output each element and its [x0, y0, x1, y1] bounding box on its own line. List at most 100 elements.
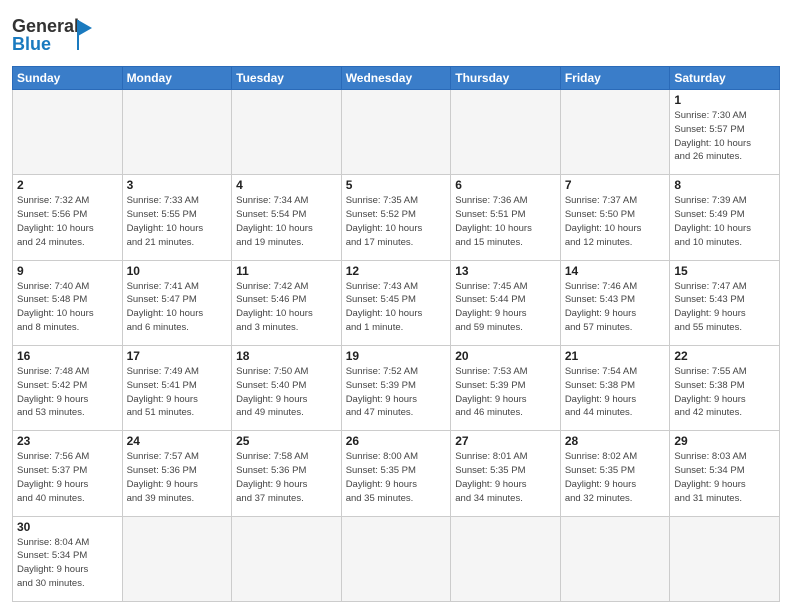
day-number: 2: [17, 178, 118, 192]
day-info: Sunrise: 8:00 AM Sunset: 5:35 PM Dayligh…: [346, 450, 447, 505]
calendar-day-cell: 30 Sunrise: 8:04 AM Sunset: 5:34 PM Dayli…: [13, 516, 123, 601]
day-number: 30: [17, 520, 118, 534]
calendar-day-cell: 5 Sunrise: 7:35 AM Sunset: 5:52 PM Daylig…: [341, 175, 451, 260]
calendar-day-cell: [451, 90, 561, 175]
day-number: 14: [565, 264, 666, 278]
day-number: 27: [455, 434, 556, 448]
calendar-day-cell: 19 Sunrise: 7:52 AM Sunset: 5:39 PM Dayli…: [341, 345, 451, 430]
calendar-day-cell: 8Sunrise: 7:39 AM Sunset: 5:49 PM Daylig…: [670, 175, 780, 260]
weekday-header-friday: Friday: [560, 67, 670, 90]
calendar-week-row: 23 Sunrise: 7:56 AM Sunset: 5:37 PM Dayli…: [13, 431, 780, 516]
day-number: 29: [674, 434, 775, 448]
calendar-day-cell: [670, 516, 780, 601]
day-number: 1: [674, 93, 775, 107]
calendar-day-cell: 13Sunrise: 7:45 AM Sunset: 5:44 PM Dayli…: [451, 260, 561, 345]
calendar-day-cell: 15 Sunrise: 7:47 AM Sunset: 5:43 PM Dayli…: [670, 260, 780, 345]
calendar-day-cell: 1 Sunrise: 7:30 AM Sunset: 5:57 PM Daylig…: [670, 90, 780, 175]
weekday-header-row: SundayMondayTuesdayWednesdayThursdayFrid…: [13, 67, 780, 90]
day-info: Sunrise: 7:52 AM Sunset: 5:39 PM Dayligh…: [346, 365, 447, 420]
calendar-day-cell: 18 Sunrise: 7:50 AM Sunset: 5:40 PM Dayli…: [232, 345, 342, 430]
calendar-day-cell: 23 Sunrise: 7:56 AM Sunset: 5:37 PM Dayli…: [13, 431, 123, 516]
calendar-week-row: 1 Sunrise: 7:30 AM Sunset: 5:57 PM Daylig…: [13, 90, 780, 175]
day-number: 19: [346, 349, 447, 363]
weekday-header-saturday: Saturday: [670, 67, 780, 90]
weekday-header-wednesday: Wednesday: [341, 67, 451, 90]
svg-text:General: General: [12, 16, 79, 36]
day-number: 20: [455, 349, 556, 363]
calendar-day-cell: 16 Sunrise: 7:48 AM Sunset: 5:42 PM Dayli…: [13, 345, 123, 430]
day-info: Sunrise: 7:37 AM Sunset: 5:50 PM Dayligh…: [565, 194, 666, 249]
day-number: 10: [127, 264, 228, 278]
day-info: Sunrise: 7:32 AM Sunset: 5:56 PM Dayligh…: [17, 194, 118, 249]
day-info: Sunrise: 8:03 AM Sunset: 5:34 PM Dayligh…: [674, 450, 775, 505]
calendar-day-cell: 12Sunrise: 7:43 AM Sunset: 5:45 PM Dayli…: [341, 260, 451, 345]
day-number: 13: [455, 264, 556, 278]
day-info: Sunrise: 7:56 AM Sunset: 5:37 PM Dayligh…: [17, 450, 118, 505]
calendar-day-cell: [560, 90, 670, 175]
calendar-day-cell: 17Sunrise: 7:49 AM Sunset: 5:41 PM Dayli…: [122, 345, 232, 430]
calendar-week-row: 30 Sunrise: 8:04 AM Sunset: 5:34 PM Dayli…: [13, 516, 780, 601]
calendar-day-cell: 22Sunrise: 7:55 AM Sunset: 5:38 PM Dayli…: [670, 345, 780, 430]
day-number: 6: [455, 178, 556, 192]
day-info: Sunrise: 7:54 AM Sunset: 5:38 PM Dayligh…: [565, 365, 666, 420]
day-number: 15: [674, 264, 775, 278]
day-number: 16: [17, 349, 118, 363]
header: General Blue: [12, 10, 780, 60]
calendar-week-row: 16 Sunrise: 7:48 AM Sunset: 5:42 PM Dayli…: [13, 345, 780, 430]
calendar-day-cell: 6Sunrise: 7:36 AM Sunset: 5:51 PM Daylig…: [451, 175, 561, 260]
calendar-day-cell: 10 Sunrise: 7:41 AM Sunset: 5:47 PM Dayli…: [122, 260, 232, 345]
day-info: Sunrise: 8:04 AM Sunset: 5:34 PM Dayligh…: [17, 536, 118, 591]
day-info: Sunrise: 7:33 AM Sunset: 5:55 PM Dayligh…: [127, 194, 228, 249]
weekday-header-thursday: Thursday: [451, 67, 561, 90]
day-number: 7: [565, 178, 666, 192]
day-number: 23: [17, 434, 118, 448]
calendar-day-cell: 14 Sunrise: 7:46 AM Sunset: 5:43 PM Dayli…: [560, 260, 670, 345]
day-info: Sunrise: 7:41 AM Sunset: 5:47 PM Dayligh…: [127, 280, 228, 335]
day-info: Sunrise: 7:39 AM Sunset: 5:49 PM Dayligh…: [674, 194, 775, 249]
calendar-day-cell: 3 Sunrise: 7:33 AM Sunset: 5:55 PM Daylig…: [122, 175, 232, 260]
day-number: 12: [346, 264, 447, 278]
calendar-week-row: 2 Sunrise: 7:32 AM Sunset: 5:56 PM Daylig…: [13, 175, 780, 260]
calendar-day-cell: 28 Sunrise: 8:02 AM Sunset: 5:35 PM Dayli…: [560, 431, 670, 516]
day-number: 26: [346, 434, 447, 448]
calendar-day-cell: 26 Sunrise: 8:00 AM Sunset: 5:35 PM Dayli…: [341, 431, 451, 516]
day-info: Sunrise: 8:02 AM Sunset: 5:35 PM Dayligh…: [565, 450, 666, 505]
day-number: 18: [236, 349, 337, 363]
calendar-day-cell: 25Sunrise: 7:58 AM Sunset: 5:36 PM Dayli…: [232, 431, 342, 516]
calendar-day-cell: 29 Sunrise: 8:03 AM Sunset: 5:34 PM Dayli…: [670, 431, 780, 516]
day-number: 3: [127, 178, 228, 192]
day-info: Sunrise: 8:01 AM Sunset: 5:35 PM Dayligh…: [455, 450, 556, 505]
calendar-day-cell: [122, 516, 232, 601]
svg-text:Blue: Blue: [12, 34, 51, 54]
day-number: 21: [565, 349, 666, 363]
day-number: 17: [127, 349, 228, 363]
weekday-header-sunday: Sunday: [13, 67, 123, 90]
calendar-day-cell: 11Sunrise: 7:42 AM Sunset: 5:46 PM Dayli…: [232, 260, 342, 345]
calendar-day-cell: [451, 516, 561, 601]
day-info: Sunrise: 7:34 AM Sunset: 5:54 PM Dayligh…: [236, 194, 337, 249]
day-info: Sunrise: 7:47 AM Sunset: 5:43 PM Dayligh…: [674, 280, 775, 335]
calendar-week-row: 9 Sunrise: 7:40 AM Sunset: 5:48 PM Daylig…: [13, 260, 780, 345]
calendar-day-cell: 2 Sunrise: 7:32 AM Sunset: 5:56 PM Daylig…: [13, 175, 123, 260]
day-info: Sunrise: 7:42 AM Sunset: 5:46 PM Dayligh…: [236, 280, 337, 335]
day-info: Sunrise: 7:57 AM Sunset: 5:36 PM Dayligh…: [127, 450, 228, 505]
day-number: 22: [674, 349, 775, 363]
day-info: Sunrise: 7:35 AM Sunset: 5:52 PM Dayligh…: [346, 194, 447, 249]
day-number: 4: [236, 178, 337, 192]
weekday-header-monday: Monday: [122, 67, 232, 90]
day-number: 28: [565, 434, 666, 448]
calendar-day-cell: [341, 516, 451, 601]
day-info: Sunrise: 7:30 AM Sunset: 5:57 PM Dayligh…: [674, 109, 775, 164]
day-info: Sunrise: 7:50 AM Sunset: 5:40 PM Dayligh…: [236, 365, 337, 420]
calendar-day-cell: 21 Sunrise: 7:54 AM Sunset: 5:38 PM Dayli…: [560, 345, 670, 430]
day-number: 5: [346, 178, 447, 192]
day-info: Sunrise: 7:40 AM Sunset: 5:48 PM Dayligh…: [17, 280, 118, 335]
calendar-day-cell: [13, 90, 123, 175]
day-info: Sunrise: 7:46 AM Sunset: 5:43 PM Dayligh…: [565, 280, 666, 335]
calendar-day-cell: [560, 516, 670, 601]
day-number: 9: [17, 264, 118, 278]
calendar-day-cell: [122, 90, 232, 175]
calendar-day-cell: [232, 516, 342, 601]
calendar-day-cell: 27 Sunrise: 8:01 AM Sunset: 5:35 PM Dayli…: [451, 431, 561, 516]
day-info: Sunrise: 7:48 AM Sunset: 5:42 PM Dayligh…: [17, 365, 118, 420]
